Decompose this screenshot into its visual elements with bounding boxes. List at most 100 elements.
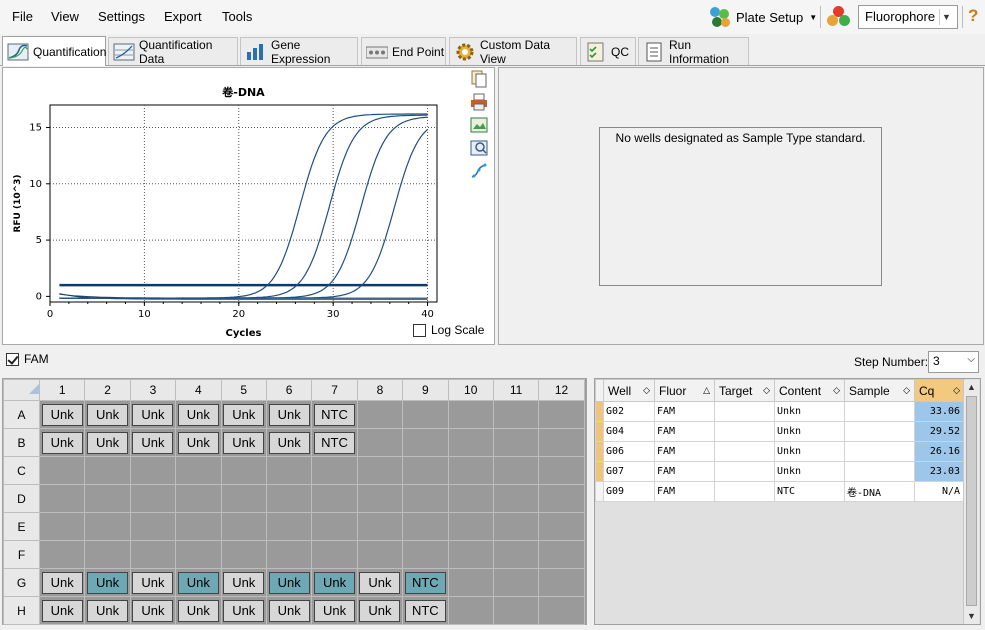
plate-well[interactable] <box>175 484 222 513</box>
plate-well[interactable]: Unk <box>265 596 313 625</box>
plate-well[interactable]: Unk <box>311 568 358 597</box>
cell-cq[interactable]: 26.16 <box>914 441 965 462</box>
tab-run-information[interactable]: Run Information <box>638 37 749 66</box>
table-row[interactable]: G09 FAM NTC 卷-DNA N/A <box>595 481 965 502</box>
cell-target[interactable] <box>714 461 775 482</box>
plate-well[interactable]: Unk <box>175 428 222 457</box>
well-content-label[interactable]: Unk <box>177 403 219 426</box>
menu-settings[interactable]: Settings <box>98 9 145 24</box>
plate-setup-button[interactable]: Plate Setup ▼ <box>708 4 817 30</box>
help-icon[interactable]: ? <box>968 6 978 26</box>
plate-well[interactable] <box>265 484 313 513</box>
plate-well[interactable] <box>265 540 313 569</box>
plate-well[interactable] <box>402 428 449 457</box>
tab-custom-data-view[interactable]: Custom Data View <box>449 37 577 66</box>
column-header-target[interactable]: Target ◇ <box>714 379 775 402</box>
well-content-label[interactable]: Unk <box>41 571 83 594</box>
row-header[interactable]: C <box>3 456 40 485</box>
plate-well[interactable] <box>538 400 585 429</box>
print-icon[interactable] <box>470 93 488 111</box>
sort-icon[interactable]: ◇ <box>833 385 840 396</box>
well-content-label[interactable]: Unk <box>87 599 129 622</box>
sort-icon[interactable]: ◇ <box>763 385 770 396</box>
well-content-label[interactable]: NTC <box>314 431 356 454</box>
fam-checkbox[interactable]: FAM <box>6 352 49 366</box>
plate-well[interactable] <box>84 456 131 485</box>
plate-well[interactable] <box>38 540 86 569</box>
plate-well[interactable] <box>492 540 540 569</box>
cell-target[interactable] <box>714 481 775 502</box>
plate-well[interactable] <box>220 484 267 513</box>
sort-icon[interactable]: ◇ <box>643 385 650 396</box>
well-content-label[interactable]: Unk <box>223 571 265 594</box>
cell-fluor[interactable]: FAM <box>654 481 715 502</box>
column-header[interactable]: 5 <box>220 379 267 401</box>
scroll-thumb[interactable] <box>966 396 977 606</box>
column-header[interactable]: 4 <box>175 379 222 401</box>
cell-cq[interactable]: 29.52 <box>914 421 965 442</box>
well-content-label[interactable]: Unk <box>41 403 83 426</box>
plate-well[interactable] <box>402 512 449 541</box>
well-content-label[interactable]: NTC <box>404 599 446 622</box>
row-header[interactable]: D <box>3 484 40 513</box>
cell-target[interactable] <box>714 401 775 422</box>
column-header-sample[interactable]: Sample ◇ <box>844 379 915 402</box>
scroll-down-icon[interactable]: ▼ <box>964 609 979 624</box>
plate-well[interactable]: Unk <box>129 428 177 457</box>
plate-well[interactable]: Unk <box>220 568 267 597</box>
checkbox-box[interactable] <box>6 352 19 366</box>
well-content-label[interactable]: Unk <box>359 599 401 622</box>
copy-icon[interactable] <box>470 70 488 88</box>
plate-well[interactable]: Unk <box>84 596 131 625</box>
column-header[interactable]: 9 <box>402 379 449 401</box>
well-content-label[interactable]: Unk <box>132 571 174 594</box>
log-scale-checkbox[interactable]: Log Scale <box>413 323 484 337</box>
plate-well[interactable] <box>38 484 86 513</box>
cell-well[interactable]: G07 <box>603 461 655 482</box>
plate-well[interactable] <box>538 568 585 597</box>
sort-ascending-icon[interactable]: △ <box>703 385 710 396</box>
plate-well[interactable] <box>492 596 540 625</box>
column-header[interactable]: 11 <box>492 379 540 401</box>
cell-fluor[interactable]: FAM <box>654 401 715 422</box>
plate-well[interactable] <box>356 400 404 429</box>
column-header-fluor[interactable]: Fluor △ <box>654 379 715 402</box>
table-row[interactable]: G07 FAM Unkn 23.03 <box>595 461 965 482</box>
sort-icon[interactable]: ◇ <box>953 385 960 396</box>
amplification-chart[interactable]: 卷-DNA 0 10 20 30 40 0 5 10 15 Cycles RFU (10^3) <box>3 68 468 344</box>
plate-well[interactable] <box>220 540 267 569</box>
well-content-label[interactable]: Unk <box>132 599 174 622</box>
plate-well[interactable] <box>356 428 404 457</box>
plate-well[interactable] <box>38 512 86 541</box>
vertical-scrollbar[interactable]: ▲ ▼ <box>963 380 979 624</box>
plate-well[interactable] <box>265 512 313 541</box>
plate-well[interactable] <box>447 512 494 541</box>
well-content-label[interactable]: Unk <box>268 571 310 594</box>
menu-view[interactable]: View <box>51 9 79 24</box>
cell-target[interactable] <box>714 421 775 442</box>
well-content-label[interactable]: Unk <box>223 599 265 622</box>
plate-well[interactable] <box>492 428 540 457</box>
plate-well[interactable]: Unk <box>129 568 177 597</box>
tab-quantification[interactable]: Quantification <box>2 36 106 66</box>
well-content-label[interactable]: Unk <box>177 599 219 622</box>
curve-fit-icon[interactable] <box>470 162 488 180</box>
cell-well[interactable]: G02 <box>603 401 655 422</box>
cell-content[interactable]: Unkn <box>774 441 845 462</box>
well-content-label[interactable]: Unk <box>87 571 129 594</box>
save-image-icon[interactable] <box>470 116 488 134</box>
plate-well[interactable]: Unk <box>129 596 177 625</box>
well-content-label[interactable]: Unk <box>132 403 174 426</box>
row-header[interactable]: F <box>3 540 40 569</box>
well-content-label[interactable]: NTC <box>404 571 446 594</box>
cell-cq[interactable]: 23.03 <box>914 461 965 482</box>
plate-well[interactable] <box>447 568 494 597</box>
cell-content[interactable]: NTC <box>774 481 845 502</box>
plate-well[interactable]: Unk <box>129 400 177 429</box>
row-marker[interactable] <box>595 481 604 502</box>
cell-fluor[interactable]: FAM <box>654 441 715 462</box>
plate-well[interactable] <box>356 456 404 485</box>
plate-well[interactable] <box>311 456 358 485</box>
column-header[interactable]: 2 <box>84 379 131 401</box>
plate-well[interactable] <box>492 512 540 541</box>
